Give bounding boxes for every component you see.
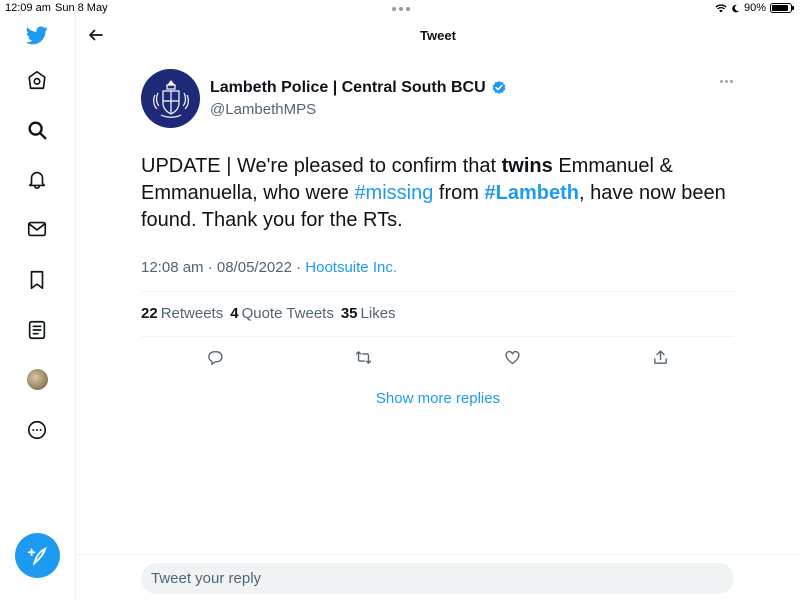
compose-tweet-icon xyxy=(27,546,47,566)
page-title: Tweet xyxy=(420,28,456,43)
author-name-text: Lambeth Police | Central South BCU xyxy=(210,79,486,96)
retweets-stat[interactable]: 22 Retweets xyxy=(141,305,223,322)
quote-tweets-stat[interactable]: 4 Quote Tweets xyxy=(230,305,334,322)
twitter-logo-icon[interactable] xyxy=(25,23,49,47)
retweets-label: Retweets xyxy=(160,305,224,322)
divider xyxy=(141,336,734,337)
likes-label: Likes xyxy=(360,305,396,322)
status-indicators: 90% xyxy=(715,2,794,14)
like-icon[interactable] xyxy=(502,347,522,367)
tweet-text: UPDATE | We're pleased to confirm that t… xyxy=(141,153,741,234)
share-icon[interactable] xyxy=(650,347,670,367)
author-avatar[interactable] xyxy=(141,69,200,128)
author-handle[interactable]: @LambethMPS xyxy=(210,101,316,118)
tweet-text-part: from xyxy=(433,182,485,204)
tweet-header: Tweet xyxy=(76,18,800,52)
likes-count: 35 xyxy=(340,305,358,322)
hashtag-lambeth[interactable]: #Lambeth xyxy=(484,182,578,204)
tweet-text-part: UPDATE | We're pleased to confirm that xyxy=(141,155,502,177)
retweets-count: 22 xyxy=(141,305,158,322)
reply-bar xyxy=(76,554,800,600)
lists-icon[interactable] xyxy=(25,318,49,342)
author-name[interactable]: Lambeth Police | Central South BCU xyxy=(210,79,507,97)
reply-icon[interactable] xyxy=(205,347,225,367)
tweet-stats: 22 Retweets 4 Quote Tweets 35 Likes xyxy=(141,305,396,322)
search-icon[interactable] xyxy=(25,118,49,142)
verified-badge-icon xyxy=(492,81,505,94)
tweet-source[interactable]: Hootsuite Inc. xyxy=(305,259,397,276)
reply-input[interactable] xyxy=(141,563,734,594)
status-bar: 12:09 am Sun 8 May 90% xyxy=(0,0,800,18)
show-more-replies-link[interactable]: Show more replies xyxy=(76,390,800,407)
retweet-icon[interactable] xyxy=(353,347,373,367)
tweet-meta: 12:08 am · 08/05/2022 · Hootsuite Inc. xyxy=(141,259,397,276)
notifications-icon[interactable] xyxy=(25,167,49,191)
likes-stat[interactable]: 35 Likes xyxy=(341,305,396,322)
quote-label: Quote Tweets xyxy=(241,305,334,322)
quote-count: 4 xyxy=(230,305,239,322)
profile-avatar[interactable] xyxy=(27,369,48,390)
moon-icon xyxy=(732,4,740,12)
multitasking-dots-icon[interactable] xyxy=(392,7,410,11)
home-icon[interactable] xyxy=(25,68,49,92)
divider xyxy=(141,291,734,292)
tweet-text-bold: twins xyxy=(501,155,553,177)
wifi-icon xyxy=(715,4,727,13)
tweet-timestamp[interactable]: 12:08 am · 08/05/2022 · xyxy=(141,259,305,276)
battery-icon xyxy=(770,3,794,13)
compose-tweet-button[interactable] xyxy=(15,533,60,578)
bookmarks-icon[interactable] xyxy=(25,268,49,292)
battery-percent: 90% xyxy=(743,2,766,14)
tweet-more-icon[interactable] xyxy=(720,80,733,83)
police-crest-icon xyxy=(152,79,189,118)
more-icon[interactable] xyxy=(25,418,49,442)
messages-icon[interactable] xyxy=(25,217,49,241)
hashtag-missing[interactable]: #missing xyxy=(354,182,433,204)
sidebar xyxy=(0,0,76,600)
